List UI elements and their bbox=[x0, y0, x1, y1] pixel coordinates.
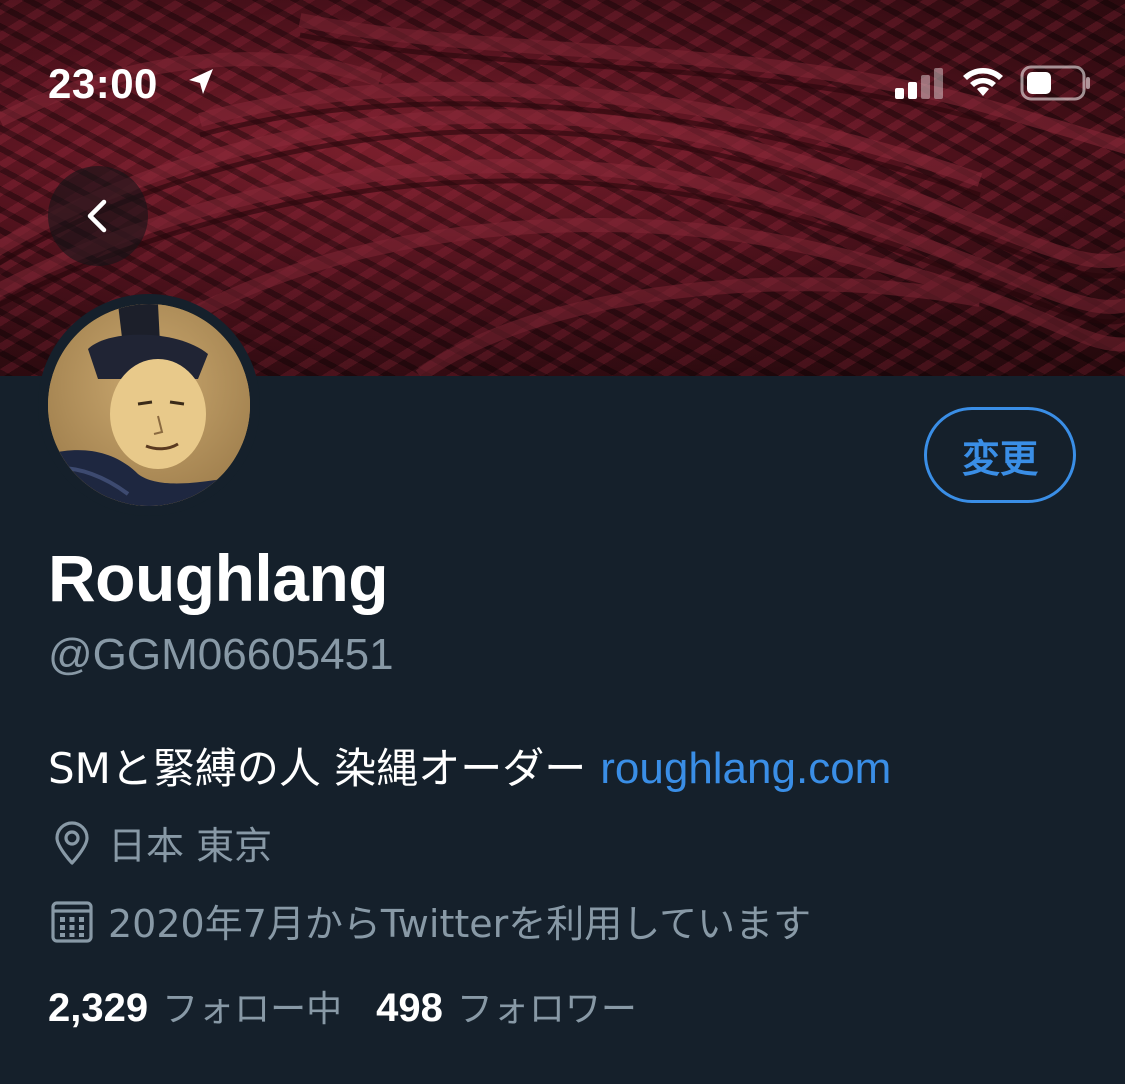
chevron-left-icon bbox=[87, 199, 107, 233]
calendar-icon bbox=[51, 900, 93, 943]
following-label: フォロー中 bbox=[162, 989, 343, 1030]
followers-label: フォロワー bbox=[456, 989, 637, 1030]
following-stat[interactable]: 2,329 フォロー中 bbox=[48, 980, 342, 1032]
location-row: 日本 東京 bbox=[48, 815, 272, 870]
wifi-icon bbox=[963, 68, 1003, 96]
bio: SMと緊縛の人 染縄オーダー roughlang.com bbox=[48, 735, 891, 796]
location-arrow-icon bbox=[189, 69, 213, 94]
status-time: 23:00 bbox=[48, 60, 158, 107]
followers-count: 498 bbox=[376, 986, 443, 1030]
battery-icon bbox=[1020, 65, 1090, 101]
cellular-signal-icon bbox=[895, 68, 943, 99]
avatar-image bbox=[48, 304, 250, 506]
avatar[interactable] bbox=[38, 294, 260, 516]
display-name: Roughlang bbox=[48, 541, 389, 615]
avatar-portrait bbox=[48, 304, 250, 506]
following-count: 2,329 bbox=[48, 986, 149, 1030]
follow-stats: 2,329 フォロー中 498 フォロワー bbox=[48, 980, 637, 1032]
bio-text: SMと緊縛の人 染縄オーダー bbox=[48, 744, 587, 793]
bio-link[interactable]: roughlang.com bbox=[600, 744, 891, 793]
joined-row: 2020年7月からTwitterを利用しています bbox=[48, 893, 811, 948]
joined-text: 2020年7月からTwitterを利用しています bbox=[108, 902, 812, 946]
location-text: 日本 東京 bbox=[108, 824, 273, 868]
profile-screen: 23:00 変更 Roughlang @GGM06605451 SMと緊縛の人 … bbox=[0, 0, 1125, 1084]
location-pin-icon bbox=[55, 820, 89, 865]
user-handle: @GGM06605451 bbox=[48, 630, 394, 679]
edit-profile-button[interactable]: 変更 bbox=[924, 407, 1076, 503]
back-button[interactable] bbox=[48, 166, 148, 266]
followers-stat[interactable]: 498 フォロワー bbox=[376, 980, 637, 1032]
status-bar: 23:00 bbox=[0, 0, 1125, 130]
